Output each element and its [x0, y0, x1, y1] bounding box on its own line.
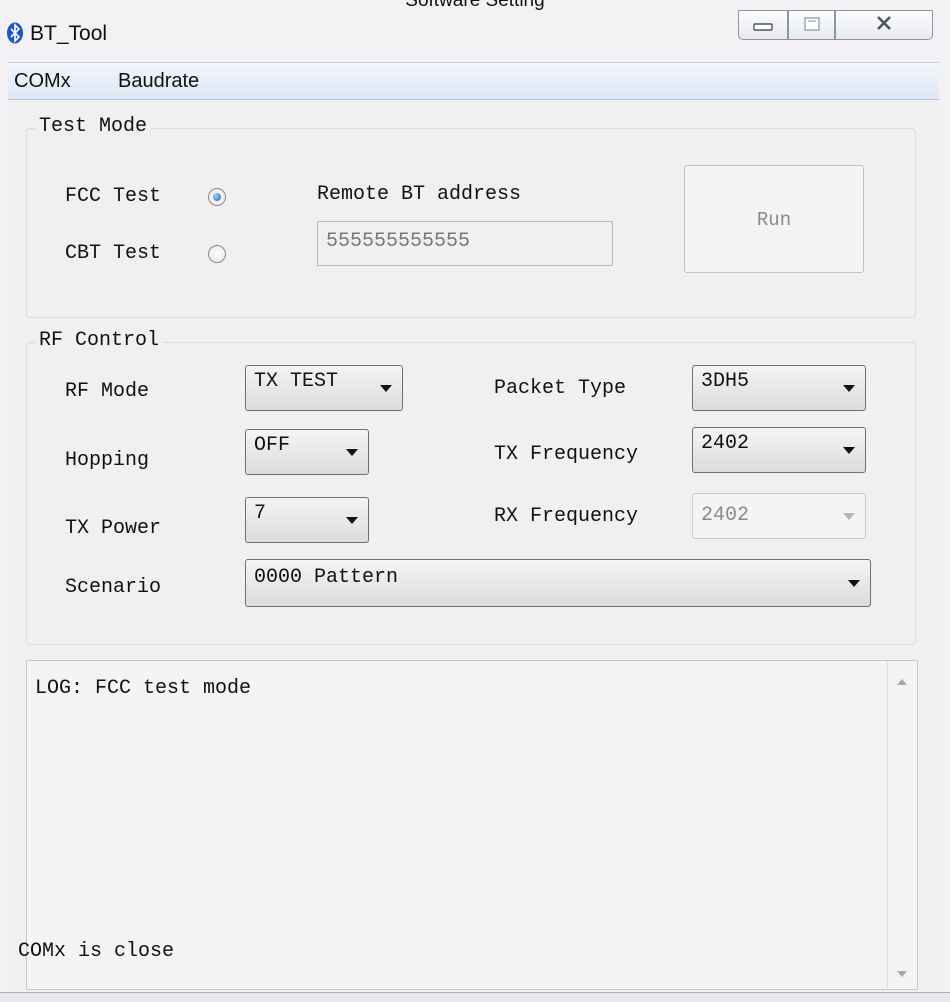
rf-mode-value: TX TEST: [254, 370, 339, 393]
test-mode-group: Test Mode FCC Test CBT Test Remote BT ad…: [26, 115, 916, 318]
chevron-down-icon: [843, 513, 855, 520]
scenario-label: Scenario: [65, 576, 162, 599]
fcc-test-label: FCC Test: [65, 185, 162, 208]
rf-mode-label: RF Mode: [65, 380, 150, 403]
menu-comx[interactable]: COMx: [14, 70, 71, 93]
minimize-icon: [753, 23, 773, 31]
rf-control-title: RF Control: [35, 329, 164, 352]
packet-type-label: Packet Type: [494, 377, 627, 400]
tx-frequency-dropdown[interactable]: 2402: [692, 427, 866, 473]
log-text: LOG: FCC test mode: [35, 677, 252, 700]
minimize-button[interactable]: [738, 10, 788, 40]
cbt-test-label: CBT Test: [65, 242, 162, 265]
menu-baudrate[interactable]: Baudrate: [118, 70, 199, 93]
scroll-down-icon[interactable]: [897, 971, 907, 977]
tx-frequency-label: TX Frequency: [494, 443, 639, 466]
tx-power-value: 7: [254, 502, 267, 525]
tx-power-dropdown[interactable]: 7: [245, 497, 369, 543]
chevron-down-icon: [843, 447, 855, 454]
maximize-button[interactable]: [788, 10, 835, 40]
rx-frequency-label: RX Frequency: [494, 505, 639, 528]
test-mode-title: Test Mode: [35, 115, 152, 138]
hopping-label: Hopping: [65, 449, 150, 472]
cbt-test-radio[interactable]: [208, 245, 226, 263]
chevron-down-icon: [346, 517, 358, 524]
scroll-up-icon[interactable]: [897, 679, 907, 685]
close-button[interactable]: [835, 10, 933, 40]
remote-address-label: Remote BT address: [317, 183, 522, 206]
fcc-test-radio[interactable]: [208, 188, 226, 206]
document-title: Software Setting: [405, 0, 545, 11]
tx-frequency-value: 2402: [701, 432, 750, 455]
window-title: BT_Tool: [30, 22, 108, 45]
bluetooth-icon: [7, 22, 23, 44]
status-text: COMx is close: [18, 940, 175, 963]
maximize-icon: [804, 17, 820, 31]
menu-bar: COMx Baudrate: [8, 62, 939, 100]
tx-power-label: TX Power: [65, 517, 162, 540]
rf-mode-dropdown[interactable]: TX TEST: [245, 365, 403, 411]
hopping-value: OFF: [254, 434, 291, 457]
rx-frequency-dropdown[interactable]: 2402: [692, 493, 866, 539]
chevron-down-icon: [848, 580, 860, 587]
rx-frequency-value: 2402: [701, 504, 750, 527]
close-icon: [877, 16, 891, 30]
chevron-down-icon: [843, 385, 855, 392]
packet-type-dropdown[interactable]: 3DH5: [692, 365, 866, 411]
scenario-dropdown[interactable]: 0000 Pattern: [245, 559, 871, 607]
rf-control-group: RF Control RF Mode TX TEST Hopping OFF T…: [26, 329, 916, 645]
main-panel: Test Mode FCC Test CBT Test Remote BT ad…: [8, 100, 939, 990]
scenario-value: 0000 Pattern: [254, 566, 399, 589]
chevron-down-icon: [380, 385, 392, 392]
run-button[interactable]: Run: [684, 165, 864, 273]
hopping-dropdown[interactable]: OFF: [245, 429, 369, 475]
log-scrollbar[interactable]: [887, 661, 917, 989]
packet-type-value: 3DH5: [701, 370, 750, 393]
radio-selected-dot: [213, 193, 221, 201]
chevron-down-icon: [346, 449, 358, 456]
remote-address-input[interactable]: 555555555555: [317, 221, 613, 266]
bt-tool-window: BT_Tool Software Setting COMx Baudrate T…: [0, 0, 950, 1002]
